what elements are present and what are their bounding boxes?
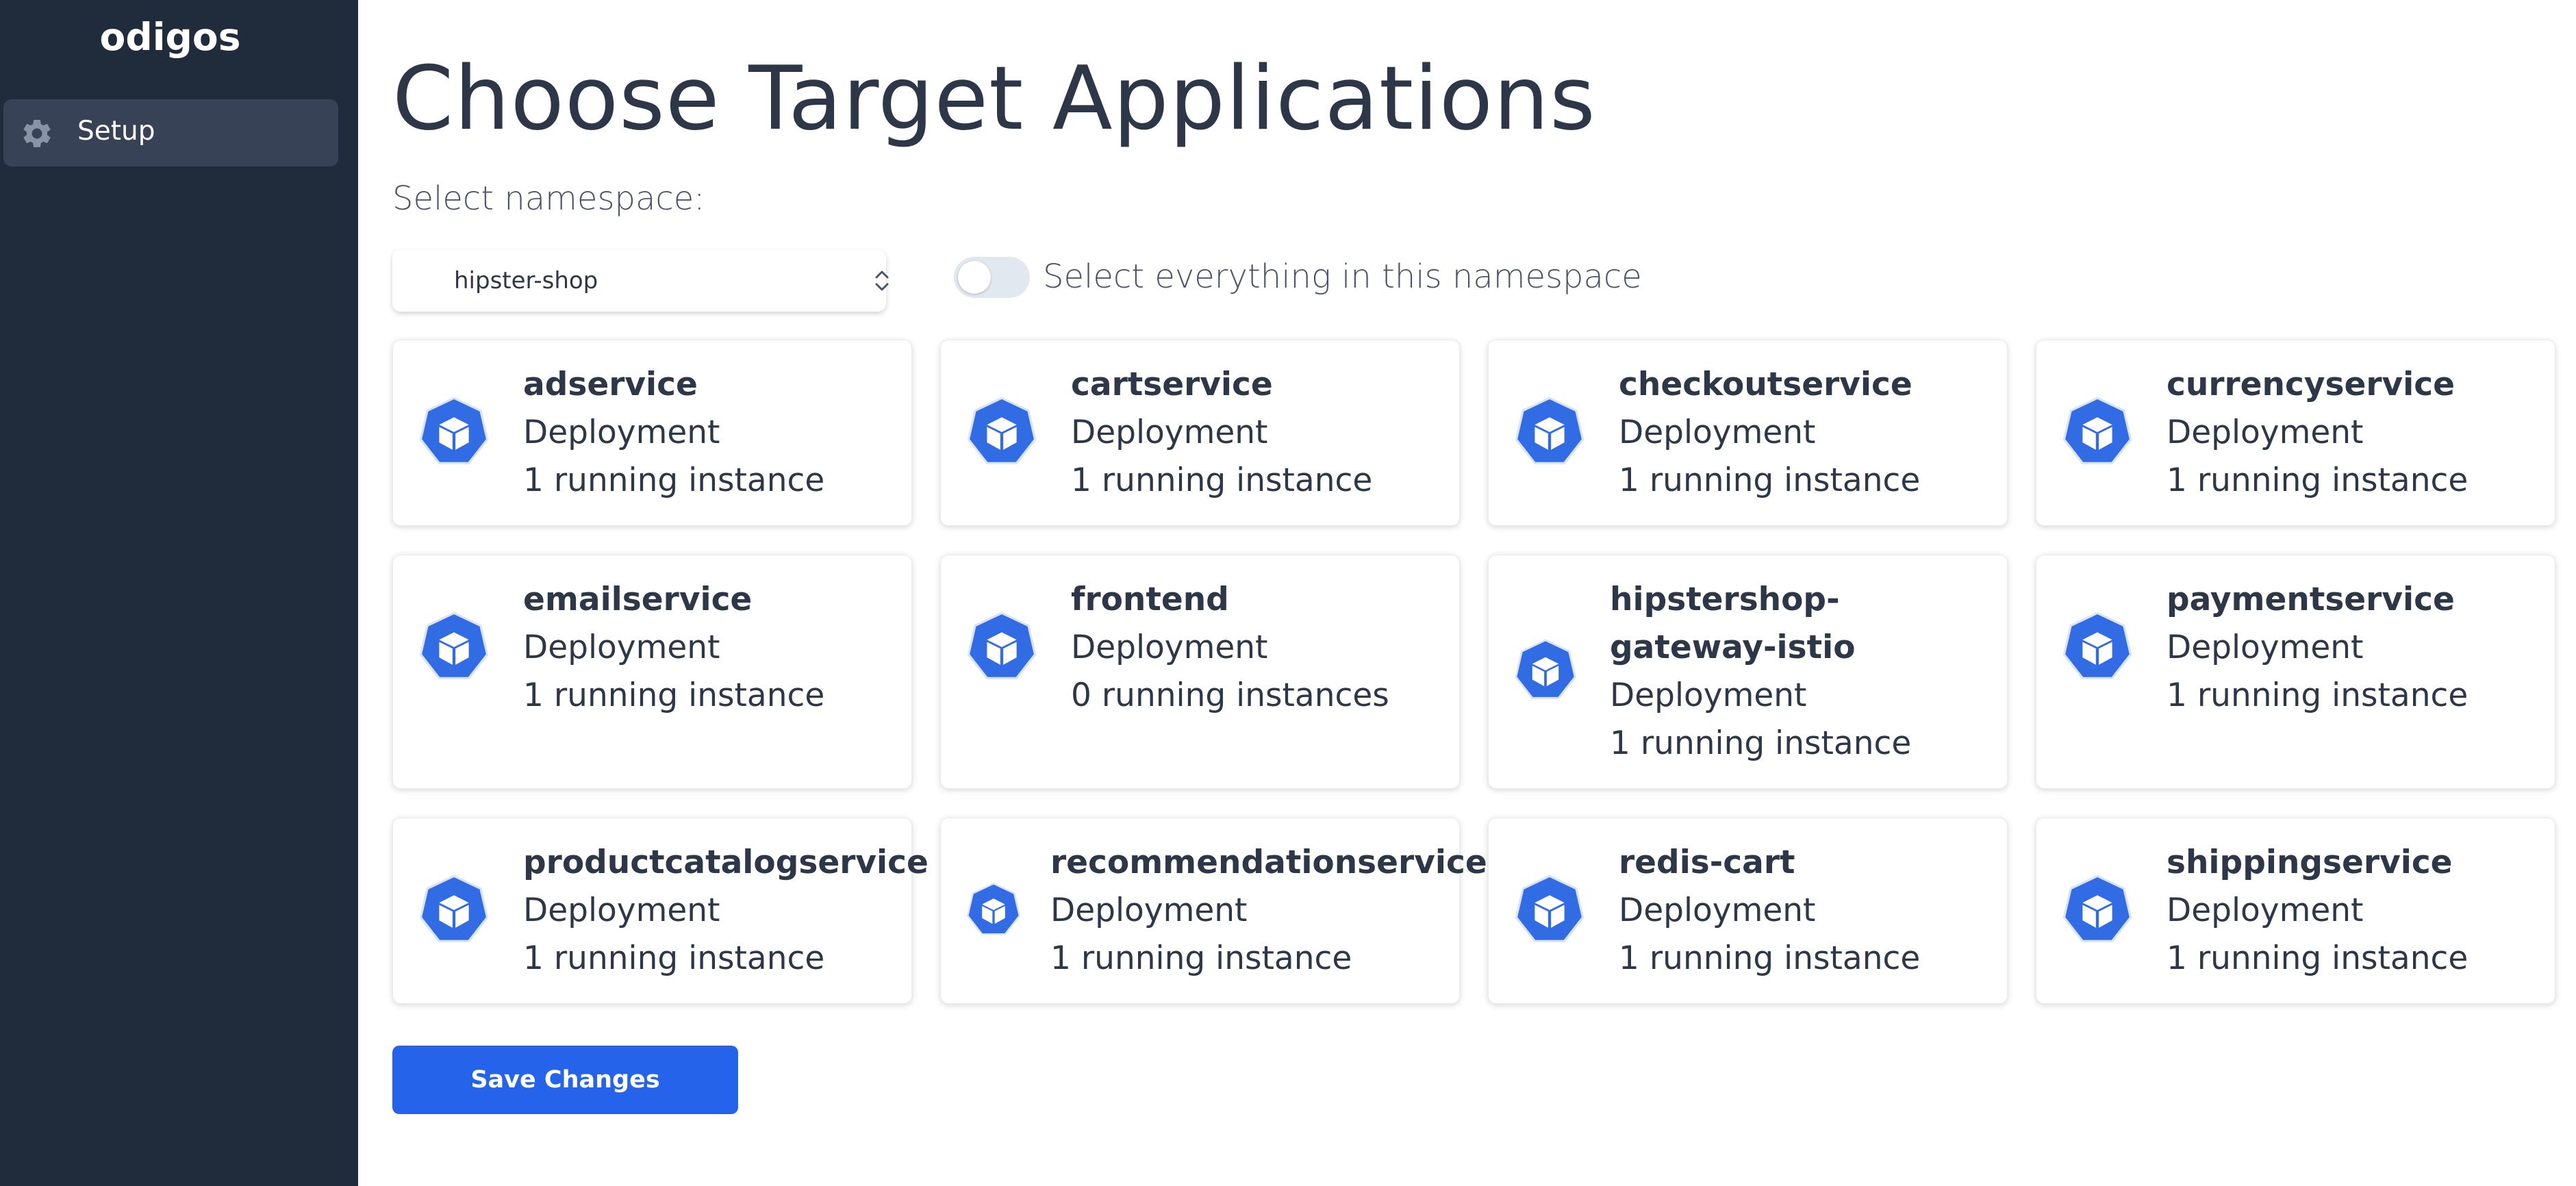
cube-icon: [1515, 874, 1584, 942]
sidebar: odigos Setup: [0, 0, 358, 1186]
app-instances: 1 running instance: [2167, 677, 2468, 714]
app-instances: 1 running instance: [1071, 462, 1373, 499]
app-kind: Deployment: [1619, 892, 1816, 929]
app-instances: 1 running instance: [2167, 939, 2468, 977]
namespace-select-value: hipster-shop: [454, 267, 598, 294]
cube-icon: [2062, 611, 2132, 679]
app-kind: Deployment: [2167, 629, 2364, 666]
cube-icon: [419, 396, 489, 464]
app-instances: 1 running instance: [523, 939, 825, 977]
app-instances: 0 running instances: [1071, 677, 1389, 714]
app-instances: 1 running instance: [523, 462, 825, 499]
app-instances: 1 running instance: [1610, 724, 1912, 762]
app-name: shippingservice: [2167, 844, 2453, 881]
save-changes-button[interactable]: Save Changes: [392, 1046, 738, 1114]
cube-icon: [2062, 396, 2132, 464]
app-card[interactable]: redis-cart Deployment 1 running instance: [1488, 818, 2008, 1004]
cube-icon: [419, 874, 489, 942]
sidebar-item-label: Setup: [77, 116, 155, 147]
app-card[interactable]: cartservice Deployment 1 running instanc…: [940, 340, 1460, 526]
chevron-updown-icon: [875, 270, 889, 291]
app-card[interactable]: hipstershop-gateway-istio Deployment 1 r…: [1488, 555, 2008, 789]
cube-icon: [419, 611, 489, 679]
cube-icon: [966, 882, 1021, 935]
app-instances: 1 running instance: [1619, 462, 1921, 499]
cube-icon: [967, 611, 1037, 679]
namespace-label: Select namespace:: [392, 179, 705, 218]
app-instances: 1 running instance: [2167, 462, 2468, 499]
app-name: paymentservice: [2167, 581, 2455, 618]
page-title: Choose Target Applications: [392, 48, 1596, 150]
app-name: hipstershop-gateway-istio: [1610, 581, 1856, 666]
gear-icon: [23, 120, 51, 147]
app-instances: 1 running instance: [523, 677, 825, 714]
app-kind: Deployment: [1071, 629, 1268, 666]
app-card[interactable]: emailservice Deployment 1 running instan…: [392, 555, 912, 789]
cube-icon: [967, 396, 1037, 464]
cube-icon: [2062, 874, 2132, 942]
toggle-knob: [958, 261, 991, 294]
app-card[interactable]: productcatalogservice Deployment 1 runni…: [392, 818, 929, 1004]
select-all-label: Select everything in this namespace: [1043, 257, 1642, 296]
main-content: Choose Target Applications Select namesp…: [358, 0, 2576, 1186]
select-all-toggle[interactable]: [954, 257, 1030, 298]
app-card[interactable]: checkoutservice Deployment 1 running ins…: [1488, 340, 2008, 526]
app-card[interactable]: adservice Deployment 1 running instance: [392, 340, 912, 526]
app-kind: Deployment: [1071, 414, 1268, 451]
app-instances: 1 running instance: [1050, 939, 1352, 977]
app-name: checkoutservice: [1619, 366, 1912, 403]
app-name: productcatalogservice: [523, 844, 929, 881]
app-kind: Deployment: [1619, 414, 1816, 451]
app-name: currencyservice: [2167, 366, 2455, 403]
app-kind: Deployment: [523, 414, 720, 451]
app-card[interactable]: currencyservice Deployment 1 running ins…: [2036, 340, 2555, 526]
app-card[interactable]: frontend Deployment 0 running instances: [940, 555, 1460, 789]
app-name: redis-cart: [1619, 844, 1795, 881]
app-kind: Deployment: [2167, 892, 2364, 929]
app-card[interactable]: paymentservice Deployment 1 running inst…: [2036, 555, 2555, 789]
app-kind: Deployment: [1050, 892, 1248, 929]
app-card[interactable]: shippingservice Deployment 1 running ins…: [2036, 818, 2555, 1004]
app-card[interactable]: recommendationservice Deployment 1 runni…: [940, 818, 1487, 1004]
app-name: adservice: [523, 366, 698, 403]
cube-icon: [1515, 639, 1576, 699]
sidebar-item-setup[interactable]: Setup: [3, 99, 338, 166]
brand-logo: odigos: [99, 15, 241, 59]
app-kind: Deployment: [1610, 677, 1807, 714]
app-instances: 1 running instance: [1619, 939, 1921, 977]
cube-icon: [1515, 396, 1584, 464]
app-name: cartservice: [1071, 366, 1273, 403]
app-kind: Deployment: [523, 629, 720, 666]
app-name: frontend: [1071, 581, 1229, 618]
app-kind: Deployment: [523, 892, 720, 929]
namespace-select[interactable]: hipster-shop: [392, 250, 889, 312]
app-kind: Deployment: [2167, 414, 2364, 451]
app-name: emailservice: [523, 581, 753, 618]
app-name: recommendationservice: [1050, 844, 1487, 881]
